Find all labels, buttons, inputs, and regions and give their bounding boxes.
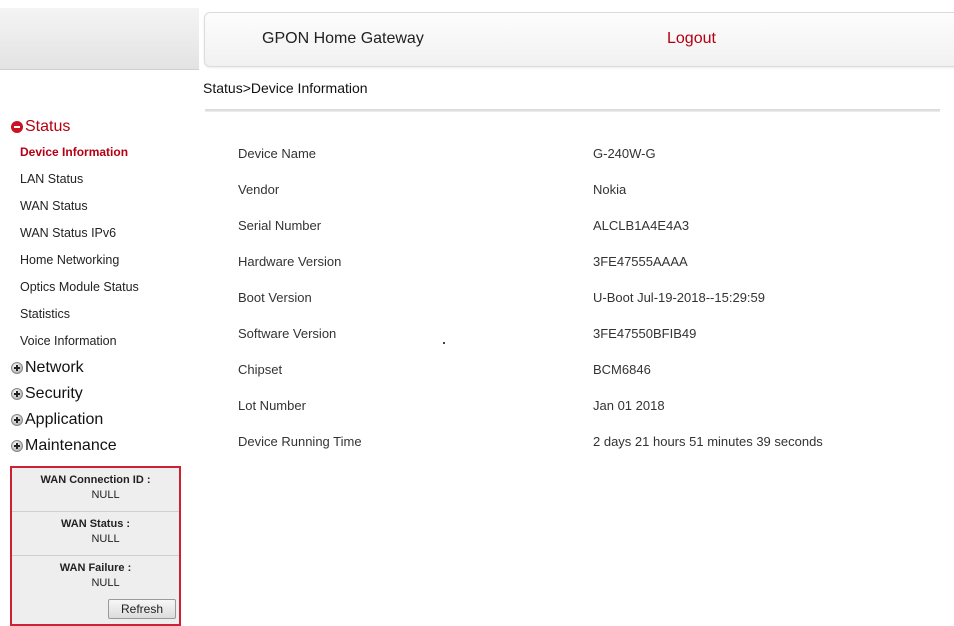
info-label: Lot Number — [238, 398, 306, 413]
plus-circle-icon — [11, 362, 23, 374]
separator-dot — [443, 342, 445, 344]
sidebar-item-optics-module-status[interactable]: Optics Module Status — [0, 274, 199, 301]
wan-status-value: NULL — [91, 533, 120, 545]
sidebar-item-lan-status[interactable]: LAN Status — [0, 166, 199, 193]
sidebar-item-device-information[interactable]: Device Information — [0, 139, 199, 166]
plus-circle-icon — [11, 388, 23, 400]
sidebar-item-wan-status-ipv6[interactable]: WAN Status IPv6 — [0, 220, 199, 247]
sidebar-group-security[interactable]: Security — [0, 381, 199, 407]
wan-connection-id-section: WAN Connection ID : NULL — [12, 468, 179, 512]
info-label: Device Name — [238, 146, 317, 161]
wan-failure-value: NULL — [91, 577, 120, 589]
sidebar-item-statistics[interactable]: Statistics — [0, 301, 199, 328]
info-value: 3FE47550BFIB49 — [593, 326, 697, 341]
breadcrumb: Status>Device Information — [203, 80, 368, 96]
sidebar-group-label: Security — [25, 385, 83, 402]
plus-circle-icon — [11, 414, 23, 426]
info-label: Software Version — [238, 326, 337, 341]
info-label: Serial Number — [238, 218, 322, 233]
sidebar-group-maintenance[interactable]: Maintenance — [0, 433, 199, 459]
top-header: GPON Home Gateway Logout — [204, 12, 954, 67]
wan-connection-id-value: NULL — [91, 489, 120, 501]
sidebar-nav: Status Device Information LAN Status WAN… — [0, 112, 199, 459]
wan-status-section: WAN Status : NULL — [12, 512, 179, 556]
sidebar-item-home-networking[interactable]: Home Networking — [0, 247, 199, 274]
sidebar-group-label: Maintenance — [25, 437, 117, 454]
plus-circle-icon — [11, 440, 23, 452]
sidebar-group-label: Status — [25, 118, 71, 135]
info-value: Nokia — [593, 182, 627, 197]
info-value: BCM6846 — [593, 362, 651, 377]
app-title: GPON Home Gateway — [262, 30, 424, 47]
sidebar-group-application[interactable]: Application — [0, 407, 199, 433]
info-label: Hardware Version — [238, 254, 342, 269]
sidebar-group-status[interactable]: Status — [0, 114, 199, 140]
wan-status-label: WAN Status : — [60, 518, 131, 530]
minus-circle-icon — [11, 121, 23, 133]
logout-link[interactable]: Logout — [667, 30, 716, 48]
sidebar-group-label: Network — [25, 359, 84, 376]
refresh-button[interactable]: Refresh — [108, 599, 176, 619]
wan-connection-id-label: WAN Connection ID : — [40, 474, 151, 486]
sidebar-group-network[interactable]: Network — [0, 355, 199, 381]
info-label: Vendor — [238, 182, 280, 197]
info-value: G-240W-G — [593, 146, 656, 161]
info-value: U-Boot Jul-19-2018--15:29:59 — [593, 290, 765, 305]
breadcrumb-divider — [205, 109, 940, 112]
logo-area — [0, 8, 199, 70]
info-value: 3FE47555AAAA — [593, 254, 688, 269]
wan-failure-label: WAN Failure : — [59, 562, 132, 574]
info-value: Jan 01 2018 — [593, 398, 665, 413]
info-label: Boot Version — [238, 290, 312, 305]
sidebar-item-wan-status[interactable]: WAN Status — [0, 193, 199, 220]
sidebar-group-label: Application — [25, 411, 104, 428]
info-label: Device Running Time — [238, 434, 362, 449]
wan-failure-section: WAN Failure : NULL — [12, 556, 179, 600]
wan-status-panel: WAN Connection ID : NULL WAN Status : NU… — [10, 466, 181, 626]
sidebar-item-voice-information[interactable]: Voice Information — [0, 328, 199, 355]
info-label: Chipset — [238, 362, 283, 377]
info-value: ALCLB1A4E4A3 — [593, 218, 690, 233]
info-value: 2 days 21 hours 51 minutes 39 seconds — [593, 434, 823, 449]
